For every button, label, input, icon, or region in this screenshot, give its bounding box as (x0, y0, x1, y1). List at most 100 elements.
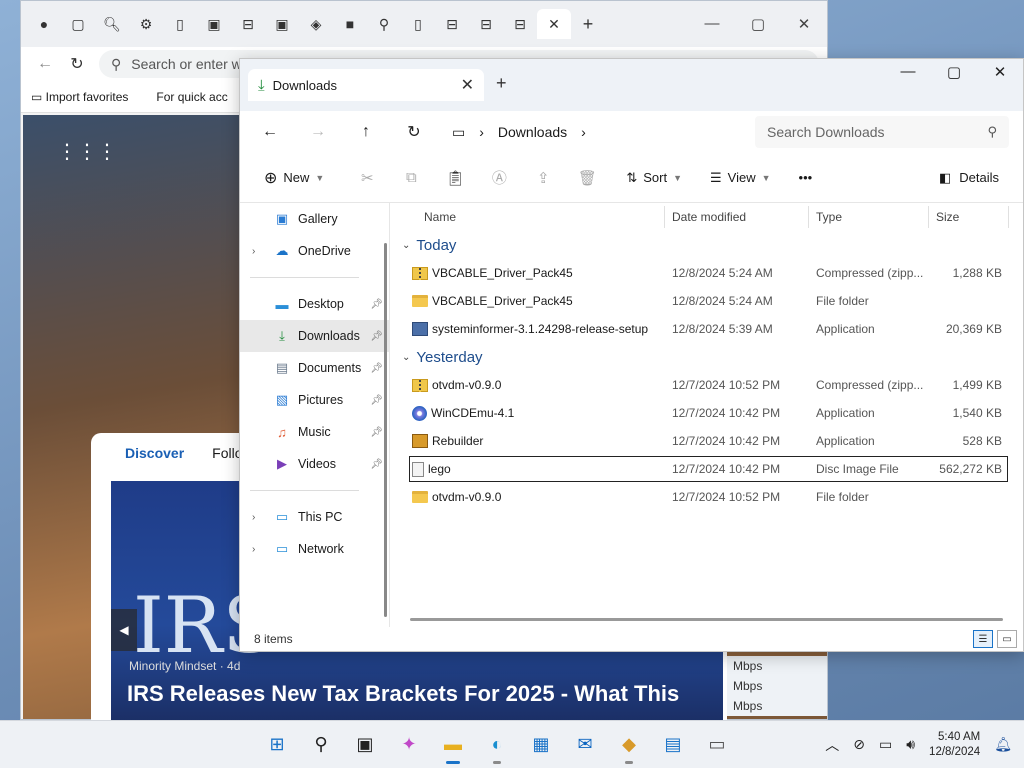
file-row[interactable]: VBCABLE_Driver_Pack45 12/8/2024 5:24 AM … (390, 259, 1023, 287)
browser-tab[interactable]: ◈ (299, 9, 333, 39)
browser-tab[interactable]: ⊟ (435, 9, 469, 39)
store-icon[interactable]: ▦ (526, 730, 556, 760)
nav-item-videos[interactable]: ▶ Videos 📌︎ (240, 448, 389, 480)
search-icon[interactable]: ⚲ (306, 730, 336, 760)
close-button[interactable]: ✕ (977, 63, 1023, 81)
maximize-button[interactable]: ▢ (735, 15, 781, 33)
file-row[interactable]: Rebuilder 12/7/2024 10:42 PM Application… (390, 427, 1023, 455)
nav-item-network[interactable]: › ▭ Network (240, 533, 389, 565)
nav-item-pictures[interactable]: ▧ Pictures 📌︎ (240, 384, 389, 416)
tab-discover[interactable]: Discover (125, 445, 184, 461)
outlook-icon[interactable]: ✉ (570, 730, 600, 760)
group-header-yesterday[interactable]: ⌄ Yesterday (390, 343, 1023, 371)
horizontal-scrollbar[interactable] (410, 618, 1003, 621)
browser-tab[interactable]: ■ (333, 9, 367, 39)
nav-item-onedrive[interactable]: › ☁ OneDrive (240, 235, 389, 267)
clock[interactable]: 5:40 AM 12/8/2024 (929, 730, 980, 760)
new-button[interactable]: ⊕ New ▼ (254, 162, 334, 194)
news-headline[interactable]: IRS Releases New Tax Brackets For 2025 -… (127, 681, 679, 707)
copy-icon[interactable]: ⧉ (396, 169, 426, 186)
chevron-right-icon[interactable]: › (479, 124, 484, 140)
breadcrumb[interactable]: ▭ › Downloads › (442, 116, 742, 148)
nav-item-gallery[interactable]: ▣ Gallery (240, 203, 389, 235)
close-button[interactable]: ✕ (781, 15, 827, 33)
nav-item-desktop[interactable]: ▬ Desktop 📌︎ (240, 288, 389, 320)
chevron-right-icon[interactable]: › (252, 544, 255, 555)
breadcrumb-downloads[interactable]: Downloads (498, 124, 567, 140)
column-header-type[interactable]: Type (816, 210, 842, 224)
column-divider[interactable] (928, 206, 929, 228)
browser-tab[interactable]: ▯ (401, 9, 435, 39)
file-explorer-window[interactable]: ⤓ Downloads ✕ + — ▢ ✕ ← → ↑ ↻ ▭ › Downlo… (239, 58, 1024, 652)
tiles-view-icon[interactable]: ▭ (997, 630, 1017, 648)
column-header-size[interactable]: Size (936, 210, 959, 224)
column-divider[interactable] (1008, 206, 1009, 228)
edge-icon[interactable]: ◐ (482, 730, 512, 764)
cut-icon[interactable]: ✂ (352, 169, 382, 187)
monitor-icon[interactable]: ▤ (658, 730, 688, 760)
browser-tab[interactable]: 🔍︎ (95, 9, 129, 39)
volume-icon[interactable]: 🔊︎ (906, 736, 915, 753)
column-divider[interactable] (808, 206, 809, 228)
nav-scrollbar[interactable] (384, 243, 387, 617)
details-pane-button[interactable]: ◧ Details (929, 162, 1009, 194)
browser-tab[interactable]: ▣ (265, 9, 299, 39)
browser-tab[interactable]: ⊟ (469, 9, 503, 39)
browser-tab[interactable]: ⊟ (231, 9, 265, 39)
refresh-icon[interactable]: ↻ (61, 54, 93, 74)
forward-button[interactable]: → (294, 123, 342, 141)
favorite-quick-access[interactable]: For quick acc (156, 90, 227, 104)
file-row-focused[interactable]: lego 12/7/2024 10:42 PM Disc Image File … (408, 455, 1009, 483)
apps-grid-icon[interactable]: ⋮⋮⋮ (57, 139, 117, 164)
file-row[interactable]: WinCDEmu-4.1 12/7/2024 10:42 PM Applicat… (390, 399, 1023, 427)
carousel-prev-icon[interactable]: ◀ (111, 609, 137, 651)
details-view-icon[interactable]: ☰ (973, 630, 993, 648)
maximize-button[interactable]: ▢ (931, 63, 977, 81)
new-tab-button[interactable]: + (496, 73, 507, 94)
paste-icon[interactable]: 📋︎ (440, 169, 470, 187)
close-tab-icon[interactable]: ✕ (537, 9, 571, 39)
delete-icon[interactable]: 🗑︎ (572, 169, 602, 187)
back-button[interactable]: ← (246, 123, 294, 141)
nav-item-downloads[interactable]: ⤓ Downloads 📌︎ (240, 320, 389, 352)
search-input[interactable]: Search Downloads ⚲ (755, 116, 1009, 148)
tab-actions-icon[interactable]: ▢ (61, 9, 95, 39)
chevron-right-icon[interactable]: › (252, 246, 255, 257)
nav-item-documents[interactable]: ▤ Documents 📌︎ (240, 352, 389, 384)
notification-bell-icon[interactable]: 🔔︎ (994, 736, 1012, 753)
close-tab-icon[interactable]: ✕ (461, 75, 474, 95)
browser-tab[interactable]: ▣ (197, 9, 231, 39)
browser-tab[interactable]: ⚙ (129, 9, 163, 39)
minimize-button[interactable]: — (885, 63, 931, 81)
app-icon[interactable]: ◆ (614, 730, 644, 764)
explorer-tab[interactable]: ⤓ Downloads ✕ (248, 69, 484, 101)
display-icon[interactable]: ▭ (879, 736, 892, 753)
file-row[interactable]: systeminformer-3.1.24298-release-setup 1… (390, 315, 1023, 343)
up-button[interactable]: ↑ (342, 123, 390, 141)
file-row[interactable]: VBCABLE_Driver_Pack45 12/8/2024 5:24 AM … (390, 287, 1023, 315)
favorite-import[interactable]: ▭ Import favorites (31, 90, 128, 104)
chevron-up-icon[interactable]: ︿ (825, 735, 839, 755)
drive-icon[interactable]: ▭ (702, 730, 732, 760)
chevron-right-icon[interactable]: › (581, 124, 586, 140)
column-header-date[interactable]: Date modified (672, 210, 746, 224)
minimize-button[interactable]: — (689, 15, 735, 33)
copilot-icon[interactable]: ✦ (394, 730, 424, 760)
chevron-right-icon[interactable]: › (252, 512, 255, 523)
new-tab-button[interactable]: + (571, 14, 605, 35)
file-explorer-icon[interactable]: ▬ (438, 730, 468, 764)
refresh-button[interactable]: ↻ (390, 122, 438, 142)
profile-icon[interactable]: ● (27, 9, 61, 39)
back-icon[interactable]: ← (29, 55, 61, 73)
sort-button[interactable]: ⇅ Sort ▼ (616, 162, 692, 194)
column-header-name[interactable]: Name (424, 210, 456, 224)
view-button[interactable]: ☰ View ▼ (700, 162, 781, 194)
task-view-icon[interactable]: ▣ (350, 730, 380, 760)
network-off-icon[interactable]: ⊘ (853, 736, 865, 753)
column-divider[interactable] (664, 206, 665, 228)
browser-tab[interactable]: ⚲ (367, 9, 401, 39)
browser-tab[interactable]: ⊟ (503, 9, 537, 39)
nav-item-this-pc[interactable]: › ▭ This PC (240, 501, 389, 533)
browser-tab[interactable]: ▯ (163, 9, 197, 39)
group-header-today[interactable]: ⌄ Today (390, 231, 1023, 259)
